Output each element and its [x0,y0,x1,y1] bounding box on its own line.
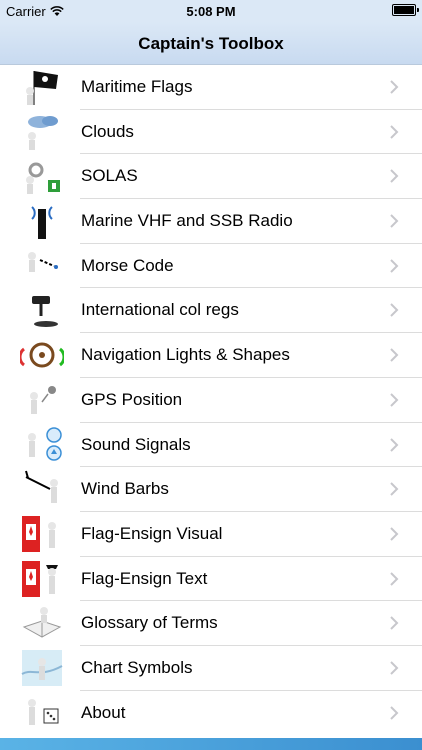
list-item-label: SOLAS [81,166,138,186]
list-item-label: Chart Symbols [81,657,193,677]
chevron-right-icon [390,169,399,184]
wind-barb-figure-icon [20,469,64,509]
menu-list: Maritime Flags Clouds SOLAS Marine VHF a… [0,65,422,736]
list-item-glossary[interactable]: Glossary of Terms [0,601,422,646]
chart-figure-icon [20,648,64,688]
dice-figure-icon [20,693,64,733]
list-item-label: International col regs [81,300,239,320]
chevron-right-icon [390,482,399,496]
canada-flag-figure-icon [20,514,64,554]
list-item-label: Morse Code [81,255,174,275]
list-item-chart-symbols[interactable]: Chart Symbols [0,645,422,691]
list-item-col-regs[interactable]: International col regs [0,288,422,334]
status-time: 5:08 PM [186,4,236,19]
sound-signals-figure-icon [20,425,64,465]
list-item-label: GPS Position [81,389,183,409]
list-item-label: Flag-Ensign Visual [81,523,223,543]
list-item-flag-ensign-visual[interactable]: Flag-Ensign Visual [0,511,422,557]
list-item-wind-barbs[interactable]: Wind Barbs [0,467,422,512]
chevron-right-icon [390,124,399,139]
radio-figure-icon [20,201,64,241]
satellite-figure-icon [20,380,64,420]
bottom-bar [0,738,422,750]
list-item-label: Navigation Lights & Shapes [81,345,290,365]
list-item-label: Clouds [81,121,134,141]
list-item-sound-signals[interactable]: Sound Signals [0,422,422,468]
canada-flag-text-figure-icon [20,559,64,599]
chevron-right-icon [390,571,399,586]
list-item-label: Marine VHF and SSB Radio [81,211,293,231]
chevron-right-icon [390,214,399,228]
list-item-label: Flag-Ensign Text [81,568,208,588]
list-item-solas[interactable]: SOLAS [0,154,422,200]
chevron-right-icon [390,437,399,452]
list-item-label: Maritime Flags [81,77,193,96]
list-item-clouds[interactable]: Clouds [0,109,422,155]
status-bar: Carrier 5:08 PM [0,0,422,22]
list-item-gps-position[interactable]: GPS Position [0,377,422,423]
chevron-right-icon [390,303,399,318]
list-item-about[interactable]: About [0,690,422,736]
chevron-right-icon [390,259,399,273]
list-item-nav-lights[interactable]: Navigation Lights & Shapes [0,333,422,378]
list-item-label: Wind Barbs [81,479,169,499]
page-title: Captain's Toolbox [138,34,284,53]
morse-figure-icon [20,246,64,286]
list-item-label: About [81,702,126,722]
list-item-label: Sound Signals [81,434,191,454]
book-figure-icon [20,603,64,643]
pirate-flag-figure-icon [20,67,64,107]
chevron-right-icon [390,348,399,362]
solas-figure-icon [20,156,64,196]
gavel-figure-icon [20,290,64,330]
chevron-right-icon [390,705,399,720]
list-item-morse-code[interactable]: Morse Code [0,243,422,289]
clouds-figure-icon [20,112,64,152]
battery-icon [392,4,419,16]
list-item-maritime-flags[interactable]: Maritime Flags [0,65,422,110]
list-item-label: Glossary of Terms [81,613,218,633]
ship-wheel-figure-icon [20,335,64,375]
list-item-flag-ensign-text[interactable]: Flag-Ensign Text [0,556,422,602]
chevron-right-icon [390,393,399,407]
chevron-right-icon [390,80,399,94]
chevron-right-icon [390,661,399,675]
list-item-marine-radio[interactable]: Marine VHF and SSB Radio [0,199,422,244]
chevron-right-icon [390,527,399,541]
navigation-bar: Captain's Toolbox [0,22,422,65]
chevron-right-icon [390,616,399,630]
